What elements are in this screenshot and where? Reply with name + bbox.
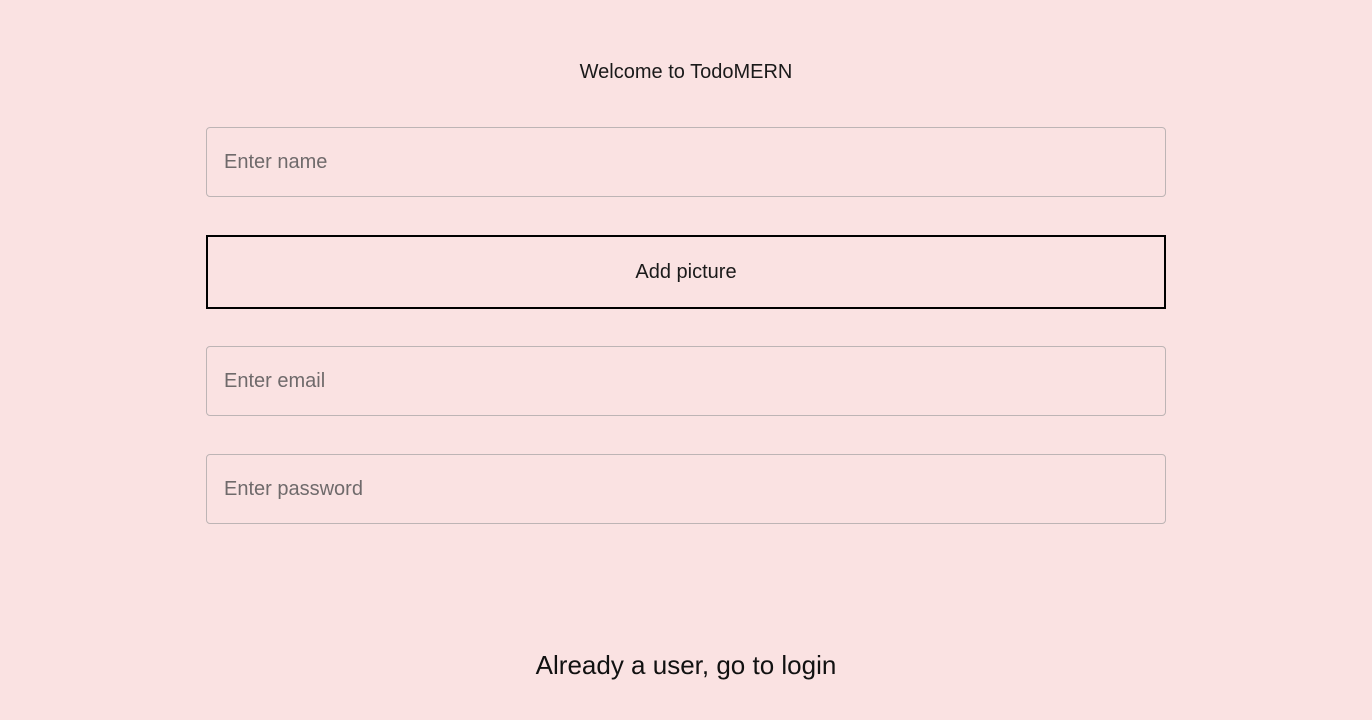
name-input[interactable] — [206, 127, 1166, 197]
signup-page: Welcome to TodoMERN Add picture Already … — [0, 0, 1372, 720]
email-input[interactable] — [206, 346, 1166, 416]
add-picture-button[interactable]: Add picture — [206, 235, 1166, 309]
go-to-login-link[interactable]: Already a user, go to login — [0, 648, 1372, 682]
page-title: Welcome to TodoMERN — [579, 61, 793, 83]
password-input[interactable] — [206, 454, 1166, 524]
